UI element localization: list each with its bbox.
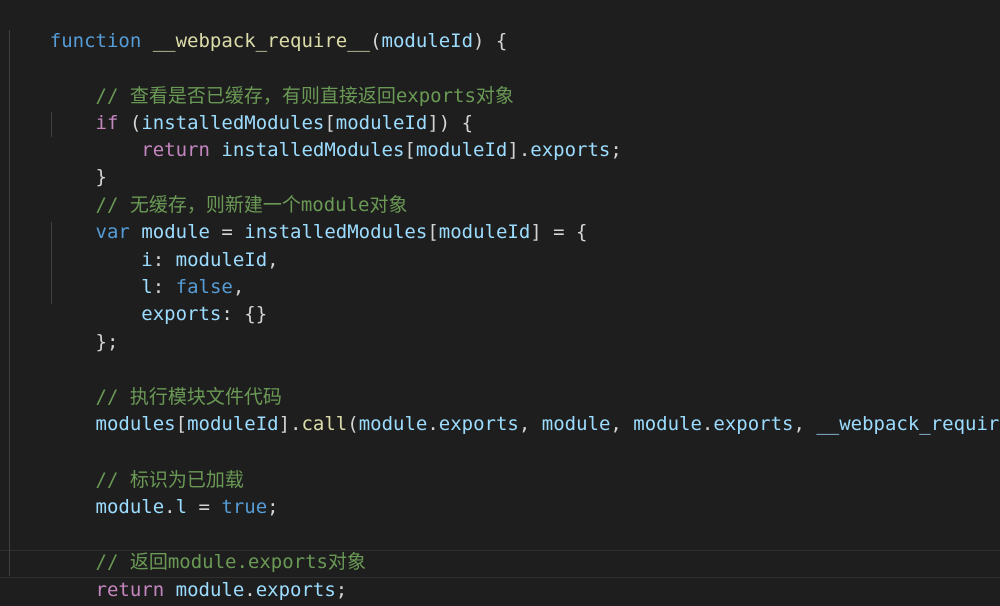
punctuation: ( — [347, 413, 359, 436]
code-line-1[interactable]: function __webpack_require__(moduleId) { — [4, 1, 508, 52]
punctuation: [ — [427, 221, 439, 244]
code-line-6[interactable]: } — [4, 137, 107, 188]
identifier: module — [95, 496, 165, 519]
keyword: return — [141, 139, 210, 162]
punctuation: [ — [175, 413, 188, 436]
punctuation: }; — [95, 331, 119, 354]
identifier: module — [633, 413, 702, 436]
keyword: return — [95, 579, 165, 602]
method-name: call — [301, 413, 348, 436]
property-key: exports — [141, 303, 222, 326]
code-line-21[interactable]: return module.exports; — [4, 550, 348, 601]
punctuation: ] = { — [530, 221, 588, 244]
identifier: modules — [95, 413, 176, 436]
code-line-20[interactable]: // 返回module.exports对象 — [4, 522, 366, 573]
punctuation: , — [267, 249, 279, 272]
punctuation: ]. — [278, 413, 302, 436]
punctuation: ]. — [507, 139, 531, 162]
property: exports — [713, 413, 794, 436]
boolean-literal: true — [221, 496, 268, 519]
code-editor[interactable]: function __webpack_require__(moduleId) {… — [0, 0, 1000, 606]
code-line-18[interactable]: module.l = true; — [4, 467, 279, 518]
punctuation: ; — [610, 139, 622, 162]
identifier: __webpack_require__ — [816, 413, 1000, 436]
property: exports — [530, 139, 611, 162]
punctuation: . — [244, 579, 256, 602]
punctuation: ; — [335, 579, 348, 602]
punctuation: ( — [370, 30, 382, 53]
property: l — [175, 496, 188, 519]
punctuation: . — [701, 413, 714, 436]
identifier: moduleId — [415, 139, 508, 162]
code-line-14[interactable]: // 执行模块文件代码 — [4, 357, 282, 408]
punctuation: , — [518, 413, 542, 436]
function-name: __webpack_require__ — [152, 30, 371, 53]
code-line-9[interactable]: i: moduleId, — [4, 220, 278, 271]
object-literal: {} — [244, 303, 268, 326]
property: exports — [438, 413, 519, 436]
code-line-4[interactable]: if (installedModules[moduleId]) { — [4, 83, 474, 134]
code-line-7[interactable]: // 无缓存，则新建一个module对象 — [4, 165, 408, 216]
punctuation: : — [221, 303, 245, 326]
property: exports — [255, 579, 336, 602]
punctuation: ) { — [473, 30, 508, 53]
code-line-17[interactable]: // 标识为已加载 — [4, 440, 244, 491]
code-line-3[interactable]: // 查看是否已缓存，有则直接返回exports对象 — [4, 56, 514, 107]
parameter: moduleId — [381, 30, 474, 53]
code-line-12[interactable]: }; — [4, 302, 119, 353]
punctuation: . — [164, 496, 176, 519]
identifier: module — [358, 413, 428, 436]
code-line-8[interactable]: var module = installedModules[moduleId] … — [4, 192, 588, 243]
code-line-22[interactable]: } — [4, 577, 61, 604]
punctuation: , — [793, 413, 817, 436]
code-line-15[interactable]: modules[moduleId].call(module.exports, m… — [4, 384, 1000, 435]
identifier: moduleId — [438, 221, 531, 244]
keyword: function — [49, 30, 142, 53]
code-line-11[interactable]: exports: {} — [4, 274, 267, 325]
identifier: module — [175, 579, 245, 602]
punctuation: , — [610, 413, 634, 436]
identifier: module — [541, 413, 611, 436]
identifier: moduleId — [187, 413, 279, 436]
punctuation: . — [427, 413, 439, 436]
punctuation: ; — [267, 496, 279, 519]
punctuation: = — [187, 496, 222, 519]
punctuation: [ — [404, 139, 416, 162]
code-line-5[interactable]: return installedModules[moduleId].export… — [4, 110, 622, 161]
identifier: installedModules — [221, 139, 405, 162]
code-line-10[interactable]: l: false, — [4, 247, 244, 298]
